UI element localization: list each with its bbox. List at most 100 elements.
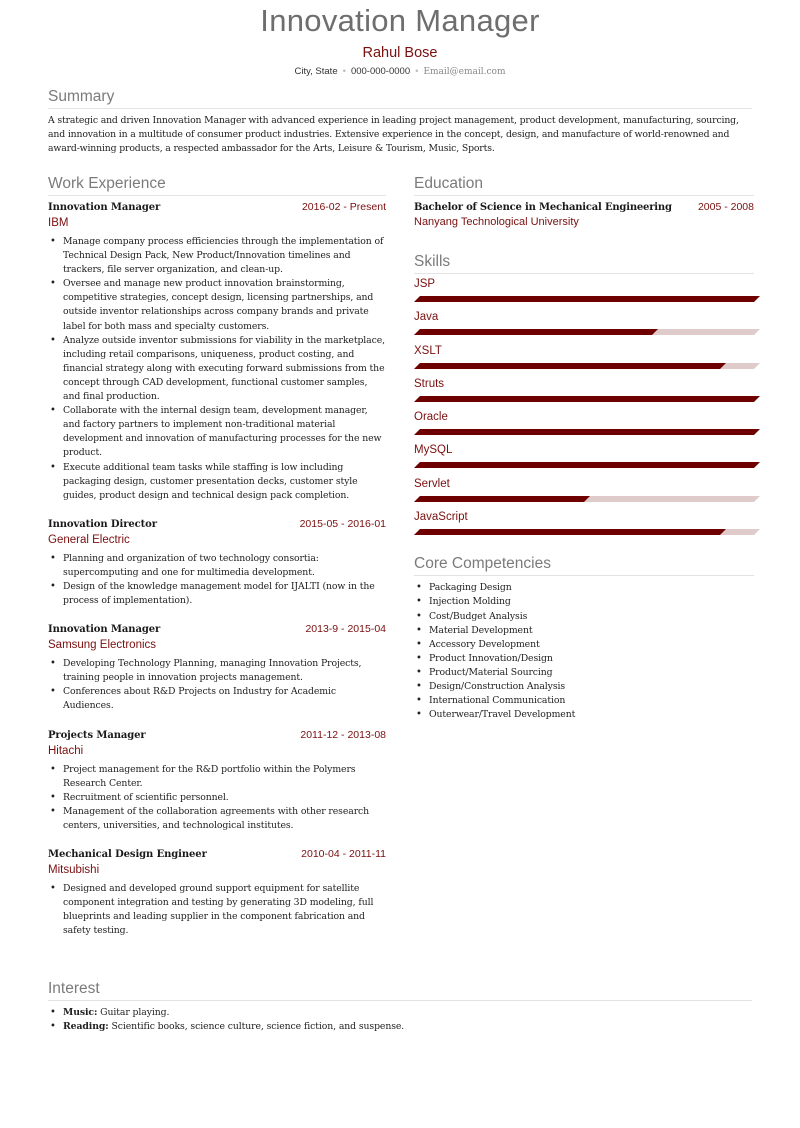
job-entry: Innovation Manager 2016-02 - Present IBM Ma… bbox=[48, 201, 386, 503]
skill-item: MySQL bbox=[414, 442, 760, 475]
job-entry: Innovation Director 2015-05 - 2016-01 Gene… bbox=[48, 518, 386, 608]
skill-name: JSP bbox=[414, 278, 436, 290]
interest-text: Guitar playing. bbox=[97, 1007, 170, 1018]
job-company: Mitsubishi bbox=[48, 864, 100, 876]
competency-item: Packaging Design bbox=[414, 581, 754, 595]
job-bullet: Oversee and manage new product innovatio… bbox=[48, 277, 386, 333]
skills-list: JSP Java XSLT Struts Oracle MySQL Servlet JavaS… bbox=[414, 276, 760, 542]
job-dates: 2010-04 - 2011-11 bbox=[301, 848, 386, 860]
skill-bar-fill bbox=[414, 462, 760, 469]
separator-dot-icon: • bbox=[342, 66, 346, 77]
skill-name: Oracle bbox=[414, 411, 448, 424]
competency-item: Design/Construction Analysis bbox=[414, 680, 754, 694]
work-experience-section: Work Experience Innovation Manager 2016-0… bbox=[48, 174, 386, 953]
job-bullet: Conferences about R&D Projects on Indust… bbox=[48, 685, 386, 713]
job-company: IBM bbox=[48, 217, 69, 229]
job-title: Innovation Manager bbox=[48, 624, 161, 636]
skill-bar-track bbox=[414, 296, 760, 302]
skill-bar-fill bbox=[414, 362, 726, 369]
skill-item: Java bbox=[414, 309, 760, 342]
job-dates: 2015-05 - 2016-01 bbox=[299, 517, 386, 530]
skill-name: Struts bbox=[414, 377, 445, 390]
job-bullet: Planning and organization of two technol… bbox=[48, 552, 386, 580]
skill-bar-track bbox=[414, 329, 760, 336]
skill-bar-track bbox=[414, 429, 760, 436]
skill-bar-track bbox=[414, 462, 760, 469]
job-bullet: Analyze outside inventor submissions for… bbox=[48, 334, 386, 404]
summary-section: Summary A strategic and driven Innovatio… bbox=[48, 87, 752, 156]
competency-item: Accessory Development bbox=[414, 638, 754, 652]
job-company: Samsung Electronics bbox=[48, 639, 157, 652]
education-section: Education Bachelor of Science in Mechani… bbox=[414, 174, 754, 228]
contact-phone: 000-000-0000 bbox=[350, 66, 411, 77]
skill-item: Servlet bbox=[414, 476, 760, 509]
skill-name: Servlet bbox=[414, 477, 450, 490]
competency-item: Material Development bbox=[414, 624, 754, 638]
job-bullet: Execute additional team tasks while staf… bbox=[48, 461, 386, 503]
interest-item: Reading: Scientific books, science cultu… bbox=[48, 1020, 752, 1034]
job-title: Innovation Director bbox=[48, 518, 157, 530]
contact-location: City, State bbox=[294, 66, 338, 77]
section-heading-skills: Skills bbox=[414, 252, 754, 274]
skill-item: JavaScript bbox=[414, 509, 760, 542]
education-degree: Bachelor of Science in Mechanical Engine… bbox=[414, 202, 672, 213]
job-dates: 2016-02 - Present bbox=[301, 201, 386, 213]
job-bullet: Developing Technology Planning, managing… bbox=[48, 657, 386, 685]
skill-name: Java bbox=[414, 311, 439, 324]
job-entry: Projects Manager 2011-12 - 2013-08 Hitachi… bbox=[48, 729, 386, 833]
separator-dot-icon: • bbox=[415, 66, 419, 77]
skill-name: XSLT bbox=[414, 344, 442, 357]
job-bullet: Project management for the R&D portfolio… bbox=[48, 763, 386, 791]
job-header: Projects Manager 2011-12 - 2013-08 bbox=[48, 729, 386, 741]
section-heading-summary: Summary bbox=[48, 87, 752, 109]
skill-bar-track bbox=[414, 529, 760, 536]
candidate-name: Rahul Bose bbox=[362, 45, 438, 61]
section-heading-work-experience: Work Experience bbox=[48, 174, 386, 196]
skill-bar-track bbox=[414, 495, 760, 502]
education-school: Nanyang Technological University bbox=[414, 216, 579, 228]
summary-text: A strategic and driven Innovation Manage… bbox=[48, 115, 739, 154]
skill-name: MySQL bbox=[414, 444, 453, 457]
contact-email[interactable]: Email@email.com bbox=[423, 67, 505, 77]
job-header: Innovation Director 2015-05 - 2016-01 bbox=[48, 518, 386, 530]
job-bullet: Design of the knowledge management model… bbox=[48, 580, 386, 608]
skill-bar-fill bbox=[414, 395, 760, 402]
skill-item: XSLT bbox=[414, 343, 760, 376]
job-title: Projects Manager bbox=[48, 729, 146, 741]
skill-bar-fill bbox=[414, 495, 590, 502]
job-bullet: Management of the collaboration agreemen… bbox=[48, 805, 386, 833]
competency-list: Packaging DesignInjection MoldingCost/Bu… bbox=[414, 581, 754, 722]
skill-item: Oracle bbox=[414, 409, 760, 442]
job-bullets: Planning and organization of two technol… bbox=[48, 552, 386, 608]
job-bullet: Recruitment of scientific personnel. bbox=[48, 791, 386, 805]
job-company: General Electric bbox=[48, 533, 130, 546]
skill-item: Struts bbox=[414, 376, 760, 409]
job-bullets: Manage company process efficiencies thro… bbox=[48, 235, 386, 503]
resume-header: Innovation Manager Rahul Bose City, Stat… bbox=[0, 0, 800, 78]
competency-item: International Communication bbox=[414, 694, 754, 708]
job-title: Mechanical Design Engineer bbox=[48, 849, 207, 860]
resume-title: Innovation Manager bbox=[260, 3, 540, 38]
interest-list: Music: Guitar playing.Reading: Scientifi… bbox=[48, 1006, 752, 1034]
skill-bar-fill bbox=[414, 296, 760, 302]
interest-label: Music: bbox=[63, 1007, 98, 1018]
competency-item: Product/Material Sourcing bbox=[414, 666, 754, 680]
job-header: Mechanical Design Engineer 2010-04 - 2011… bbox=[48, 848, 386, 860]
skill-item: JSP bbox=[414, 276, 760, 309]
job-bullet: Collaborate with the internal design tea… bbox=[48, 404, 386, 460]
job-entry: Innovation Manager 2013-9 - 2015-04 Samsun… bbox=[48, 623, 386, 713]
job-title: Innovation Manager bbox=[48, 202, 161, 213]
job-bullet: Designed and developed ground support eq… bbox=[48, 882, 386, 938]
skill-bar-fill bbox=[414, 329, 658, 336]
skill-bar-fill bbox=[414, 429, 760, 436]
interest-item: Music: Guitar playing. bbox=[48, 1006, 752, 1020]
contact-line: City, State • 000-000-0000 • Email@email.com bbox=[0, 66, 800, 78]
education-dates: 2005 - 2008 bbox=[697, 201, 754, 213]
education-entry: Bachelor of Science in Mechanical Engine… bbox=[414, 201, 754, 213]
job-list: Innovation Manager 2016-02 - Present IBM Ma… bbox=[48, 201, 386, 938]
right-column: Education Bachelor of Science in Mechani… bbox=[414, 174, 760, 722]
job-dates: 2013-9 - 2015-04 bbox=[305, 623, 386, 636]
competency-item: Cost/Budget Analysis bbox=[414, 610, 754, 624]
section-heading-interest: Interest bbox=[48, 979, 752, 1001]
section-heading-core-competencies: Core Competencies bbox=[414, 554, 754, 577]
